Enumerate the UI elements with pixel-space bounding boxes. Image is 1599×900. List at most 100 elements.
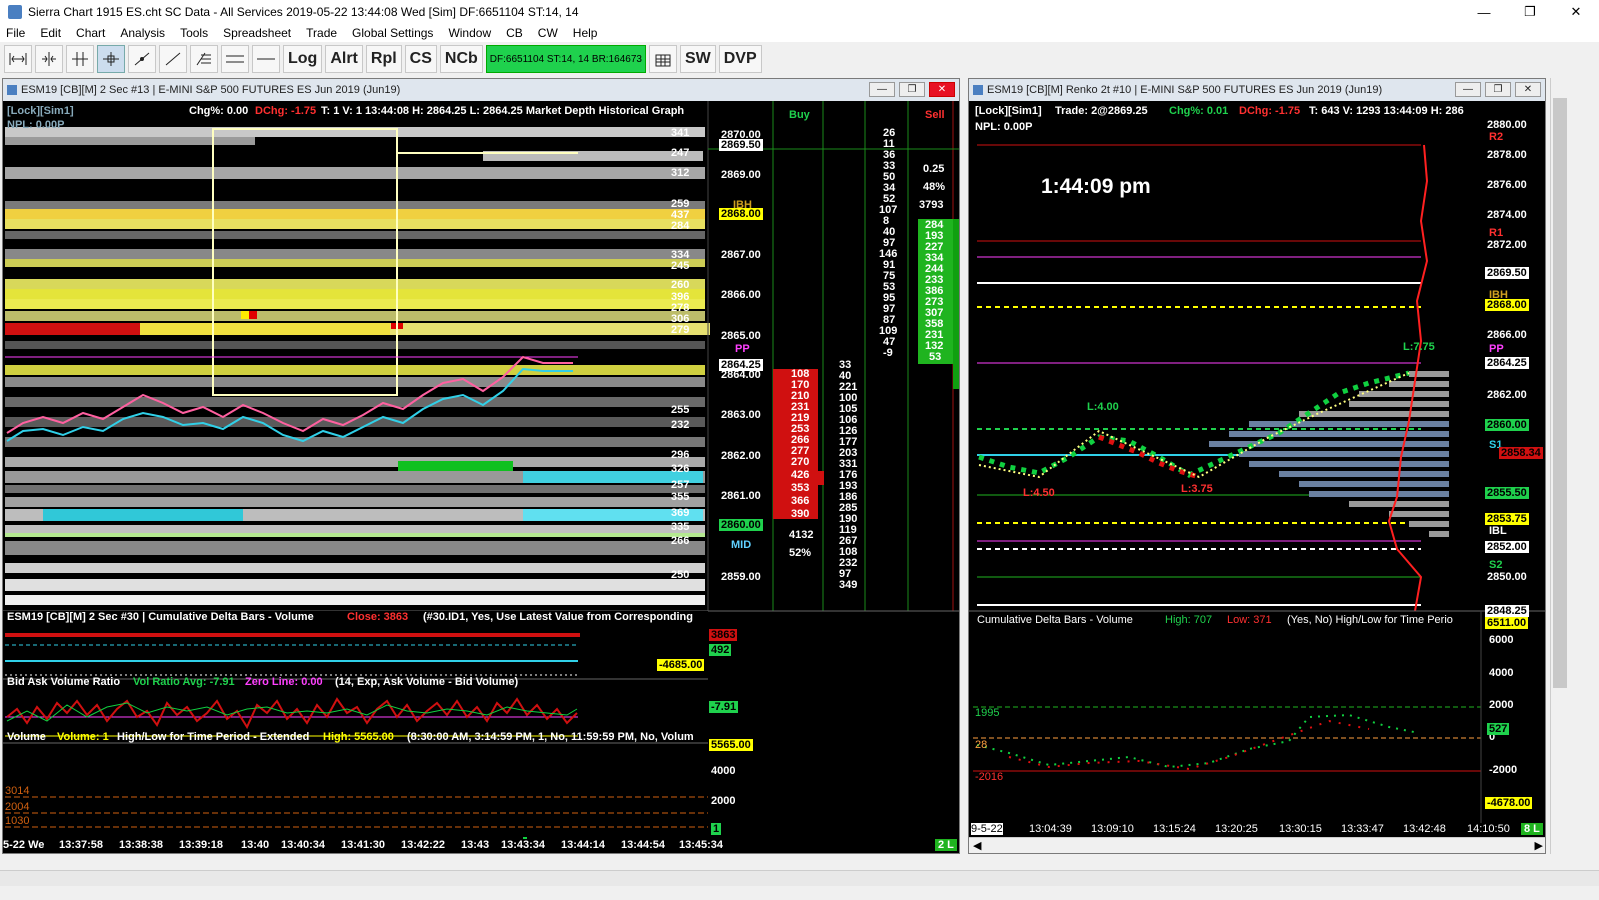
rectangle-tool-icon[interactable] — [221, 45, 249, 73]
right-price-axis-label: 2872.00 — [1487, 239, 1527, 251]
left-chart-window[interactable]: ESM19 [CB][M] 2 Sec #13 | E-MINI S&P 500… — [2, 78, 960, 854]
menu-tools[interactable]: Tools — [180, 26, 208, 40]
menu-edit[interactable]: Edit — [40, 26, 61, 40]
vol-hl: High/Low for Time Period - Extended — [117, 731, 310, 743]
right-minimize-button[interactable]: — — [1455, 82, 1481, 97]
annotation-l450: L:4.50 — [1023, 487, 1055, 499]
left-status-lock: [Lock][Sim1] — [7, 105, 74, 117]
ray-tool-icon[interactable] — [159, 45, 187, 73]
right-close-button[interactable]: ✕ — [1515, 82, 1541, 97]
buy-label: Buy — [789, 109, 810, 121]
ask-size: 335 — [671, 521, 690, 533]
tag-pp: PP — [735, 343, 750, 355]
close-button[interactable]: ✕ — [1553, 0, 1599, 24]
menu-file[interactable]: File — [6, 26, 25, 40]
right-maximize-button[interactable]: ❐ — [1485, 82, 1511, 97]
left-close-button[interactable]: ✕ — [929, 82, 955, 97]
trade-window-icon[interactable] — [648, 45, 677, 73]
vol-level: 1030 — [5, 815, 30, 827]
line-tool-icon[interactable] — [128, 45, 156, 73]
right-cd-1995: 1995 — [975, 707, 1000, 719]
price-label: 2861.00 — [721, 490, 761, 502]
vol-level: 2004 — [5, 801, 30, 813]
menu-window[interactable]: Window — [448, 26, 491, 40]
right-chart-window[interactable]: ESM19 [CB][M] Renko 2t #10 | E-MINI S&P … — [968, 78, 1546, 854]
scroll-right-icon[interactable]: ▶ — [1535, 839, 1543, 852]
right-cd-m2016: -2016 — [975, 771, 1004, 783]
tag-pp: PP — [1489, 343, 1504, 355]
bid-size: 312 — [671, 167, 690, 179]
menu-chart[interactable]: Chart — [76, 26, 105, 40]
vol-high: High: 5565.00 — [323, 731, 394, 743]
menu-cb[interactable]: CB — [506, 26, 523, 40]
time-label: 13:43 — [461, 839, 490, 851]
time-label: 13:41:30 — [341, 839, 386, 851]
cd-tag-492: 492 — [709, 644, 732, 656]
menu-global-settings[interactable]: Global Settings — [352, 26, 433, 40]
left-time-axis[interactable]: 5-22 We 13:37:58 13:38:38 13:39:18 13:40… — [3, 839, 959, 853]
scale-tool-icon[interactable] — [4, 45, 32, 73]
bid-size: 284 — [671, 220, 690, 232]
sierra-chart-window: { "window": { "title": "Sierra Chart 191… — [0, 0, 1599, 900]
log-button[interactable]: Log — [283, 45, 323, 73]
ncb-button[interactable]: NCb — [439, 45, 483, 73]
time-label: 13:30:15 — [1279, 823, 1322, 835]
menu-trade[interactable]: Trade — [306, 26, 337, 40]
menu-analysis[interactable]: Analysis — [120, 26, 165, 40]
left-maximize-button[interactable]: ❐ — [899, 82, 925, 97]
crosshair-tool-icon[interactable] — [97, 45, 125, 73]
minimize-button[interactable]: — — [1461, 0, 1507, 24]
sw-button[interactable]: SW — [679, 45, 716, 73]
left-status-dchg: DChg: -1.75 — [255, 105, 317, 117]
main-horizontal-scrollbar[interactable] — [0, 870, 1599, 886]
left-chart-titlebar[interactable]: ESM19 [CB][M] 2 Sec #13 | E-MINI S&P 500… — [3, 79, 959, 101]
time-label: 13:42:22 — [401, 839, 446, 851]
tag-last-price: 2864.25 — [719, 359, 763, 371]
compress-tool-icon[interactable] — [35, 45, 63, 73]
tag-r1: R1 — [1489, 227, 1504, 239]
tag-2853: 2853.75 — [1485, 513, 1529, 525]
maximize-button[interactable]: ❐ — [1507, 0, 1553, 24]
tag-2852: 2852.00 — [1485, 541, 1529, 553]
horizontal-line-tool-icon[interactable] — [252, 45, 280, 73]
menu-bar: File Edit Chart Analysis Tools Spreadshe… — [0, 24, 1599, 42]
menu-spreadsheet[interactable]: Spreadsheet — [223, 26, 291, 40]
main-vertical-scrollbar[interactable] — [1550, 78, 1568, 854]
menu-cw[interactable]: CW — [538, 26, 558, 40]
ask-size: 257 — [671, 479, 690, 491]
fib-tool-icon[interactable] — [190, 45, 218, 73]
right-cd-pane — [973, 611, 1482, 841]
data-feed-status: DF:6651104 ST:14, 14 BR:164673 — [485, 45, 646, 73]
left-status-npl: NPL: 0.00P — [7, 119, 65, 131]
dvp-button[interactable]: DVP — [718, 45, 762, 73]
tag-2869-50: 2869.50 — [1485, 267, 1529, 279]
left-minimize-button[interactable]: — — [869, 82, 895, 97]
time-label: 13:04:39 — [1029, 823, 1072, 835]
menu-help[interactable]: Help — [573, 26, 598, 40]
bav-header: Bid Ask Volume Ratio — [7, 676, 121, 688]
replay-button[interactable]: Rpl — [365, 45, 402, 73]
right-time-axis[interactable]: 9-5-22 13:04:39 13:09:10 13:15:24 13:20:… — [969, 823, 1545, 837]
title-bar: Sierra Chart 1915 ES.cht SC Data - All S… — [0, 0, 1599, 24]
scrollbar-thumb[interactable] — [1553, 98, 1567, 688]
left-chart-title: ESM19 [CB][M] 2 Sec #13 | E-MINI S&P 500… — [21, 84, 401, 96]
right-horizontal-scrollbar[interactable]: ◀ ▶ — [969, 837, 1545, 853]
price-label: 2869.00 — [721, 169, 761, 181]
annotation-l4: L:4.00 — [1087, 401, 1119, 413]
right-chart-canvas[interactable] — [969, 101, 1546, 854]
time-label: 13:20:25 — [1215, 823, 1258, 835]
clock-display: 1:44:09 pm — [1041, 175, 1151, 198]
buy-volume: 270 — [791, 456, 810, 468]
expand-tool-icon[interactable] — [66, 45, 94, 73]
ask-size: 296 — [671, 449, 690, 461]
sell-pct1: 0.25 — [923, 163, 945, 175]
scroll-left-icon[interactable]: ◀ — [973, 839, 981, 852]
right-chart-titlebar[interactable]: ESM19 [CB][M] Renko 2t #10 | E-MINI S&P … — [969, 79, 1545, 101]
app-icon — [8, 5, 22, 19]
bav-zero: Zero Line: 0.00 — [245, 676, 323, 688]
alert-button[interactable]: Alrt — [325, 45, 363, 73]
cs-button[interactable]: CS — [404, 45, 437, 73]
tag-2868: 2868.00 — [1485, 299, 1529, 311]
right-price-axis-label: 2878.00 — [1487, 149, 1527, 161]
level-lines — [977, 144, 1421, 606]
